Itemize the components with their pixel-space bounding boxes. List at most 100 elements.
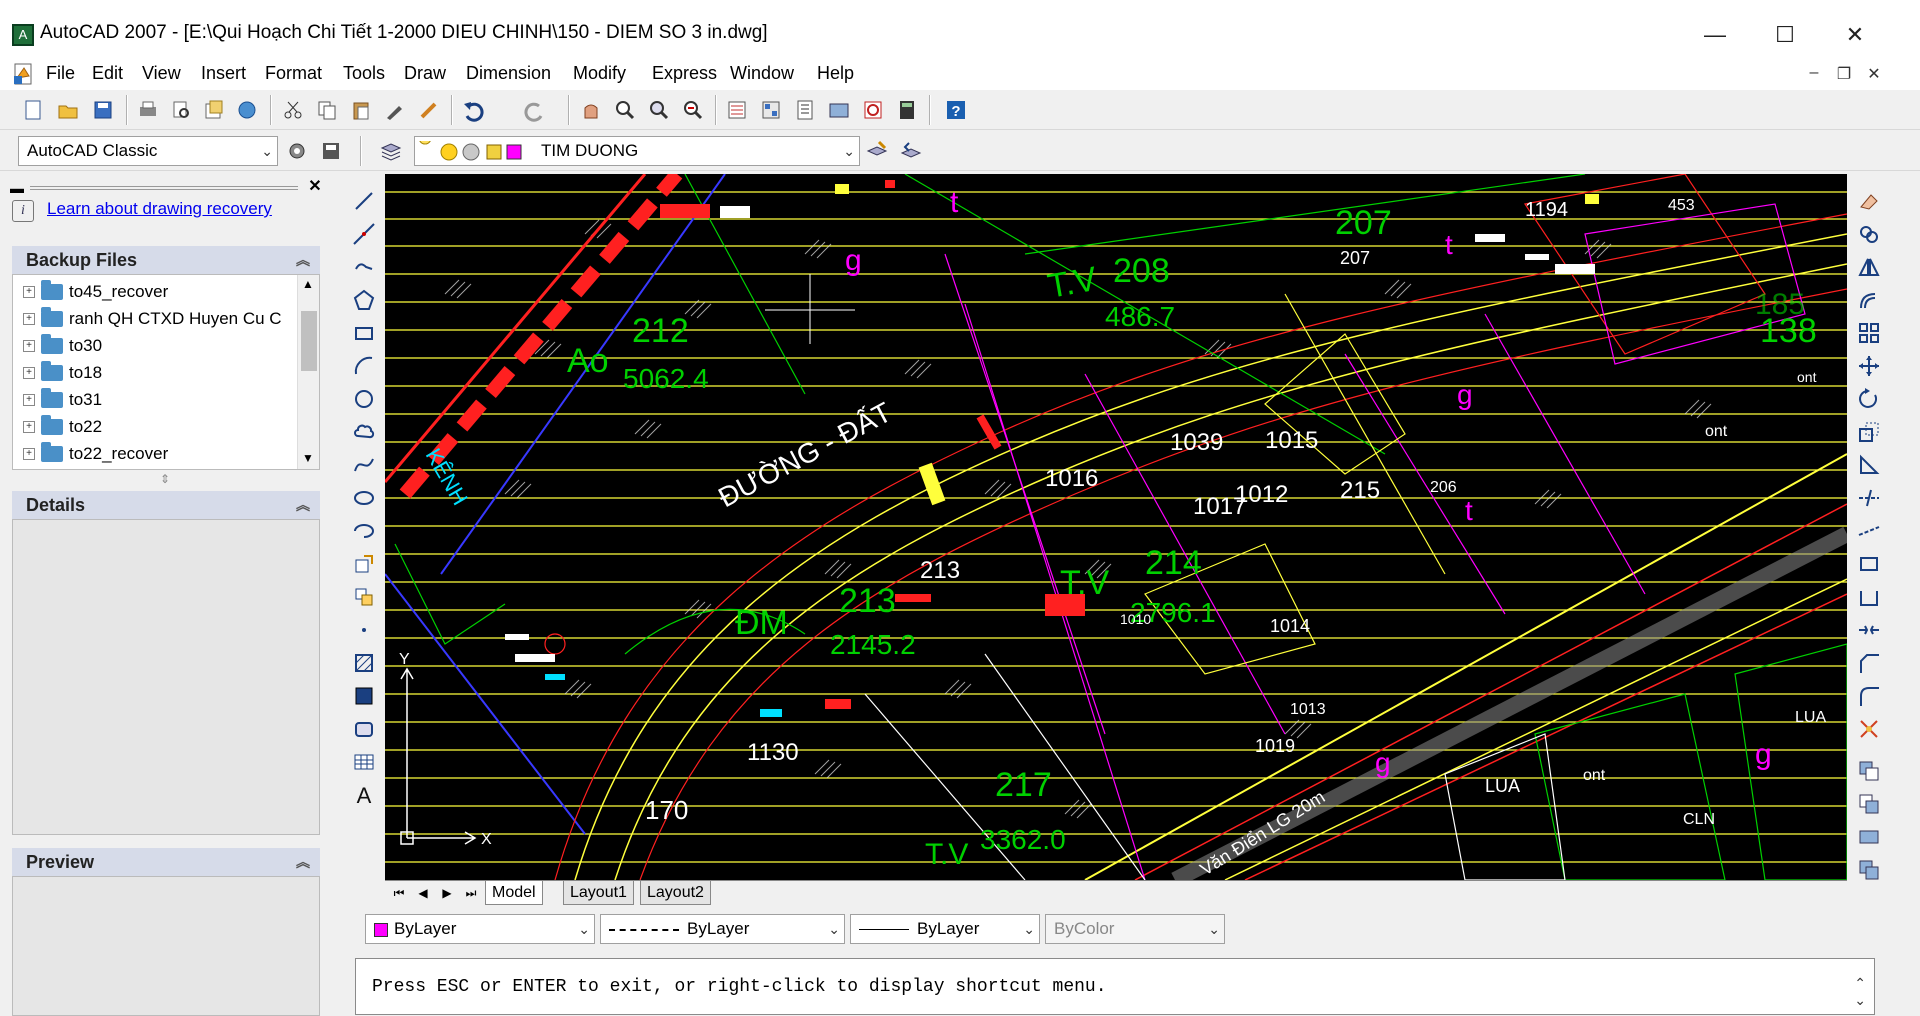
ellipse-arc-icon[interactable] [349, 516, 379, 546]
region-icon[interactable] [349, 714, 379, 744]
join-icon[interactable] [1854, 615, 1884, 645]
menu-tools[interactable]: Tools [339, 63, 389, 84]
menu-insert[interactable]: Insert [197, 63, 250, 84]
zoom-realtime-icon[interactable] [610, 95, 640, 125]
make-block-icon[interactable] [349, 582, 379, 612]
insert-block-icon[interactable] [349, 549, 379, 579]
arc-icon[interactable] [349, 351, 379, 381]
close-panel-button[interactable]: ✕ [306, 178, 324, 196]
menu-file[interactable]: File [42, 63, 79, 84]
publish-icon[interactable] [199, 95, 229, 125]
hatch-icon[interactable] [349, 648, 379, 678]
properties-icon[interactable] [722, 95, 752, 125]
explode-icon[interactable] [1854, 714, 1884, 744]
mdi-close-button[interactable]: ✕ [1862, 64, 1886, 86]
scroll-thumb[interactable] [301, 311, 317, 371]
expand-icon[interactable]: + [23, 394, 35, 406]
panel-grip[interactable] [30, 186, 298, 190]
maximize-button[interactable]: ☐ [1750, 10, 1820, 60]
expand-icon[interactable]: + [23, 313, 35, 325]
help-icon[interactable]: ? [941, 95, 971, 125]
workspace-settings-icon[interactable] [282, 136, 312, 166]
cut-icon[interactable] [278, 95, 308, 125]
menu-format[interactable]: Format [261, 63, 326, 84]
plot-icon[interactable] [133, 95, 163, 125]
collapse-chevron-icon[interactable]: ︽ [296, 246, 310, 274]
workspace-dropdown[interactable]: AutoCAD Classic ⌄ [18, 136, 278, 166]
break-icon[interactable] [1854, 582, 1884, 612]
layer-tool-4-icon[interactable] [1854, 855, 1884, 885]
line-icon[interactable] [349, 186, 379, 216]
command-line[interactable]: Press ESC or ENTER to exit, or right-cli… [355, 958, 1875, 1015]
point-icon[interactable] [349, 615, 379, 645]
autocad-icon[interactable]: A [12, 24, 34, 46]
tool-palettes-icon[interactable] [790, 95, 820, 125]
list-item[interactable]: + to45_recover [23, 279, 168, 305]
rectangle-icon[interactable] [349, 318, 379, 348]
undo-icon[interactable] [458, 95, 488, 125]
block-editor-icon[interactable] [414, 95, 444, 125]
mirror-icon[interactable] [1854, 252, 1884, 282]
paste-icon[interactable] [346, 95, 376, 125]
menu-dimension[interactable]: Dimension [462, 63, 555, 84]
markup-icon[interactable] [858, 95, 888, 125]
multiline-text-icon[interactable]: A [349, 780, 379, 810]
construction-line-icon[interactable] [349, 219, 379, 249]
copy-object-icon[interactable] [1854, 219, 1884, 249]
color-dropdown[interactable]: ByLayer ⌄ [365, 914, 595, 944]
layer-tool-1-icon[interactable] [1854, 756, 1884, 786]
table-icon[interactable] [349, 747, 379, 777]
cad-drawing[interactable]: Y X Ao 212 5062.4 T.V 208 486.7 207 207 … [385, 174, 1847, 880]
zoom-window-icon[interactable] [644, 95, 674, 125]
layer-tool-2-icon[interactable] [1854, 789, 1884, 819]
extend-icon[interactable] [1854, 516, 1884, 546]
polyline-icon[interactable] [349, 252, 379, 282]
polygon-icon[interactable] [349, 285, 379, 315]
collapse-chevron-icon[interactable]: ︽ [296, 491, 310, 519]
layer-dropdown[interactable]: TIM DUONG ⌄ [414, 136, 860, 166]
sheet-set-icon[interactable] [824, 95, 854, 125]
design-center-icon[interactable] [756, 95, 786, 125]
fillet-icon[interactable] [1854, 681, 1884, 711]
mdi-restore-button[interactable]: ❐ [1832, 64, 1856, 86]
tab-model[interactable]: Model [485, 881, 543, 905]
expand-icon[interactable]: + [23, 340, 35, 352]
expand-icon[interactable]: + [23, 448, 35, 460]
menu-modify[interactable]: Modify [569, 63, 630, 84]
list-item[interactable]: + to22_recover [23, 441, 168, 467]
last-tab-icon[interactable]: ⏭ [461, 883, 481, 903]
prev-tab-icon[interactable]: ◀ [413, 883, 433, 903]
scroll-arrows-icon[interactable]: ⌃ ⌄ [1854, 975, 1866, 1009]
minimize-button[interactable]: — [1680, 10, 1750, 60]
tab-layout1[interactable]: Layout1 [563, 881, 634, 905]
drawing-document-icon[interactable] [12, 62, 34, 86]
list-item[interactable]: + to30 [23, 333, 102, 359]
menu-edit[interactable]: Edit [88, 63, 127, 84]
list-item[interactable]: + ranh QH CTXD Huyen Cu C [23, 306, 282, 332]
copy-icon[interactable] [312, 95, 342, 125]
close-button[interactable]: ✕ [1820, 10, 1890, 60]
menu-window[interactable]: Window [726, 63, 798, 84]
list-item[interactable]: + to22 [23, 414, 102, 440]
etransmit-icon[interactable] [232, 95, 262, 125]
collapse-chevron-icon[interactable]: ︽ [296, 848, 310, 876]
preview-header[interactable]: Preview ︽ [12, 848, 320, 876]
splitter-grip[interactable]: ⇕ [160, 472, 170, 486]
save-workspace-icon[interactable] [316, 136, 346, 166]
revision-cloud-icon[interactable] [349, 417, 379, 447]
learn-recovery-link[interactable]: Learn about drawing recovery [47, 199, 272, 219]
redo-icon[interactable] [520, 95, 550, 125]
circle-icon[interactable] [349, 384, 379, 414]
details-header[interactable]: Details ︽ [12, 491, 320, 519]
scroll-up-icon[interactable]: ▲ [302, 277, 314, 291]
save-icon[interactable] [88, 95, 118, 125]
open-icon[interactable] [53, 95, 83, 125]
expand-icon[interactable]: + [23, 367, 35, 379]
layer-previous-icon[interactable] [896, 136, 926, 166]
new-icon[interactable] [18, 95, 48, 125]
first-tab-icon[interactable]: ⏮ [389, 883, 409, 903]
spline-icon[interactable] [349, 450, 379, 480]
pan-realtime-icon[interactable] [576, 95, 606, 125]
gradient-icon[interactable] [349, 681, 379, 711]
stretch-icon[interactable] [1854, 450, 1884, 480]
